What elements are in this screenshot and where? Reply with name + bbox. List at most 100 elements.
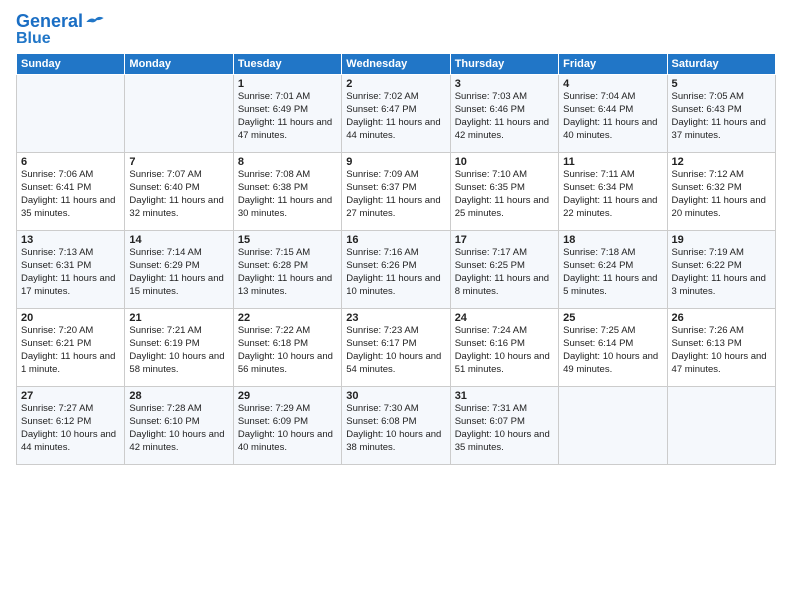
day-number: 16 xyxy=(346,234,445,246)
header-cell-saturday: Saturday xyxy=(667,54,775,75)
day-cell: 17Sunrise: 7:17 AMSunset: 6:25 PMDayligh… xyxy=(450,231,558,309)
day-cell: 19Sunrise: 7:19 AMSunset: 6:22 PMDayligh… xyxy=(667,231,775,309)
day-cell: 23Sunrise: 7:23 AMSunset: 6:17 PMDayligh… xyxy=(342,309,450,387)
day-cell xyxy=(667,387,775,465)
day-number: 19 xyxy=(672,234,771,246)
day-cell: 15Sunrise: 7:15 AMSunset: 6:28 PMDayligh… xyxy=(233,231,341,309)
day-cell: 7Sunrise: 7:07 AMSunset: 6:40 PMDaylight… xyxy=(125,153,233,231)
day-number: 13 xyxy=(21,234,120,246)
day-number: 8 xyxy=(238,156,337,168)
calendar-table: SundayMondayTuesdayWednesdayThursdayFrid… xyxy=(16,53,776,465)
day-info: Sunrise: 7:24 AMSunset: 6:16 PMDaylight:… xyxy=(455,325,554,376)
day-number: 30 xyxy=(346,390,445,402)
week-row-2: 13Sunrise: 7:13 AMSunset: 6:31 PMDayligh… xyxy=(17,231,776,309)
day-info: Sunrise: 7:17 AMSunset: 6:25 PMDaylight:… xyxy=(455,247,554,298)
day-info: Sunrise: 7:18 AMSunset: 6:24 PMDaylight:… xyxy=(563,247,662,298)
week-row-4: 27Sunrise: 7:27 AMSunset: 6:12 PMDayligh… xyxy=(17,387,776,465)
day-number: 24 xyxy=(455,312,554,324)
day-cell: 13Sunrise: 7:13 AMSunset: 6:31 PMDayligh… xyxy=(17,231,125,309)
day-cell: 16Sunrise: 7:16 AMSunset: 6:26 PMDayligh… xyxy=(342,231,450,309)
day-number: 26 xyxy=(672,312,771,324)
header-cell-friday: Friday xyxy=(559,54,667,75)
day-info: Sunrise: 7:10 AMSunset: 6:35 PMDaylight:… xyxy=(455,169,554,220)
day-cell: 8Sunrise: 7:08 AMSunset: 6:38 PMDaylight… xyxy=(233,153,341,231)
day-cell: 12Sunrise: 7:12 AMSunset: 6:32 PMDayligh… xyxy=(667,153,775,231)
day-info: Sunrise: 7:07 AMSunset: 6:40 PMDaylight:… xyxy=(129,169,228,220)
day-cell: 9Sunrise: 7:09 AMSunset: 6:37 PMDaylight… xyxy=(342,153,450,231)
day-cell: 31Sunrise: 7:31 AMSunset: 6:07 PMDayligh… xyxy=(450,387,558,465)
day-number: 3 xyxy=(455,78,554,90)
day-number: 28 xyxy=(129,390,228,402)
day-number: 18 xyxy=(563,234,662,246)
day-cell: 20Sunrise: 7:20 AMSunset: 6:21 PMDayligh… xyxy=(17,309,125,387)
day-number: 29 xyxy=(238,390,337,402)
day-cell: 24Sunrise: 7:24 AMSunset: 6:16 PMDayligh… xyxy=(450,309,558,387)
day-number: 17 xyxy=(455,234,554,246)
day-number: 7 xyxy=(129,156,228,168)
day-cell: 27Sunrise: 7:27 AMSunset: 6:12 PMDayligh… xyxy=(17,387,125,465)
day-info: Sunrise: 7:06 AMSunset: 6:41 PMDaylight:… xyxy=(21,169,120,220)
day-info: Sunrise: 7:01 AMSunset: 6:49 PMDaylight:… xyxy=(238,91,337,142)
day-info: Sunrise: 7:20 AMSunset: 6:21 PMDaylight:… xyxy=(21,325,120,376)
day-info: Sunrise: 7:14 AMSunset: 6:29 PMDaylight:… xyxy=(129,247,228,298)
day-number: 1 xyxy=(238,78,337,90)
day-info: Sunrise: 7:03 AMSunset: 6:46 PMDaylight:… xyxy=(455,91,554,142)
day-info: Sunrise: 7:30 AMSunset: 6:08 PMDaylight:… xyxy=(346,403,445,454)
day-info: Sunrise: 7:22 AMSunset: 6:18 PMDaylight:… xyxy=(238,325,337,376)
day-cell: 29Sunrise: 7:29 AMSunset: 6:09 PMDayligh… xyxy=(233,387,341,465)
day-number: 25 xyxy=(563,312,662,324)
day-info: Sunrise: 7:02 AMSunset: 6:47 PMDaylight:… xyxy=(346,91,445,142)
day-info: Sunrise: 7:11 AMSunset: 6:34 PMDaylight:… xyxy=(563,169,662,220)
day-cell: 26Sunrise: 7:26 AMSunset: 6:13 PMDayligh… xyxy=(667,309,775,387)
day-number: 2 xyxy=(346,78,445,90)
week-row-1: 6Sunrise: 7:06 AMSunset: 6:41 PMDaylight… xyxy=(17,153,776,231)
day-cell: 5Sunrise: 7:05 AMSunset: 6:43 PMDaylight… xyxy=(667,75,775,153)
day-cell: 28Sunrise: 7:28 AMSunset: 6:10 PMDayligh… xyxy=(125,387,233,465)
day-info: Sunrise: 7:31 AMSunset: 6:07 PMDaylight:… xyxy=(455,403,554,454)
day-cell xyxy=(559,387,667,465)
day-cell: 3Sunrise: 7:03 AMSunset: 6:46 PMDaylight… xyxy=(450,75,558,153)
day-info: Sunrise: 7:29 AMSunset: 6:09 PMDaylight:… xyxy=(238,403,337,454)
day-number: 10 xyxy=(455,156,554,168)
day-cell: 1Sunrise: 7:01 AMSunset: 6:49 PMDaylight… xyxy=(233,75,341,153)
day-cell: 4Sunrise: 7:04 AMSunset: 6:44 PMDaylight… xyxy=(559,75,667,153)
day-info: Sunrise: 7:28 AMSunset: 6:10 PMDaylight:… xyxy=(129,403,228,454)
day-cell: 2Sunrise: 7:02 AMSunset: 6:47 PMDaylight… xyxy=(342,75,450,153)
header-cell-monday: Monday xyxy=(125,54,233,75)
day-number: 23 xyxy=(346,312,445,324)
day-info: Sunrise: 7:27 AMSunset: 6:12 PMDaylight:… xyxy=(21,403,120,454)
logo-blue-text: Blue xyxy=(16,30,51,48)
day-cell: 18Sunrise: 7:18 AMSunset: 6:24 PMDayligh… xyxy=(559,231,667,309)
day-cell: 14Sunrise: 7:14 AMSunset: 6:29 PMDayligh… xyxy=(125,231,233,309)
logo: General Blue xyxy=(16,12,105,47)
day-info: Sunrise: 7:04 AMSunset: 6:44 PMDaylight:… xyxy=(563,91,662,142)
day-info: Sunrise: 7:15 AMSunset: 6:28 PMDaylight:… xyxy=(238,247,337,298)
day-info: Sunrise: 7:23 AMSunset: 6:17 PMDaylight:… xyxy=(346,325,445,376)
day-number: 22 xyxy=(238,312,337,324)
day-info: Sunrise: 7:16 AMSunset: 6:26 PMDaylight:… xyxy=(346,247,445,298)
day-info: Sunrise: 7:26 AMSunset: 6:13 PMDaylight:… xyxy=(672,325,771,376)
day-cell: 10Sunrise: 7:10 AMSunset: 6:35 PMDayligh… xyxy=(450,153,558,231)
day-cell: 21Sunrise: 7:21 AMSunset: 6:19 PMDayligh… xyxy=(125,309,233,387)
day-cell: 11Sunrise: 7:11 AMSunset: 6:34 PMDayligh… xyxy=(559,153,667,231)
week-row-3: 20Sunrise: 7:20 AMSunset: 6:21 PMDayligh… xyxy=(17,309,776,387)
day-info: Sunrise: 7:19 AMSunset: 6:22 PMDaylight:… xyxy=(672,247,771,298)
day-number: 6 xyxy=(21,156,120,168)
header-cell-tuesday: Tuesday xyxy=(233,54,341,75)
day-number: 20 xyxy=(21,312,120,324)
header: General Blue xyxy=(16,12,776,47)
logo-bird-icon xyxy=(85,15,105,29)
day-info: Sunrise: 7:12 AMSunset: 6:32 PMDaylight:… xyxy=(672,169,771,220)
day-info: Sunrise: 7:25 AMSunset: 6:14 PMDaylight:… xyxy=(563,325,662,376)
page: General Blue SundayMondayTuesdayWednesda… xyxy=(0,0,792,473)
day-number: 15 xyxy=(238,234,337,246)
header-cell-wednesday: Wednesday xyxy=(342,54,450,75)
day-number: 31 xyxy=(455,390,554,402)
day-info: Sunrise: 7:13 AMSunset: 6:31 PMDaylight:… xyxy=(21,247,120,298)
day-cell: 25Sunrise: 7:25 AMSunset: 6:14 PMDayligh… xyxy=(559,309,667,387)
day-number: 14 xyxy=(129,234,228,246)
day-info: Sunrise: 7:05 AMSunset: 6:43 PMDaylight:… xyxy=(672,91,771,142)
day-number: 27 xyxy=(21,390,120,402)
day-number: 4 xyxy=(563,78,662,90)
header-cell-thursday: Thursday xyxy=(450,54,558,75)
